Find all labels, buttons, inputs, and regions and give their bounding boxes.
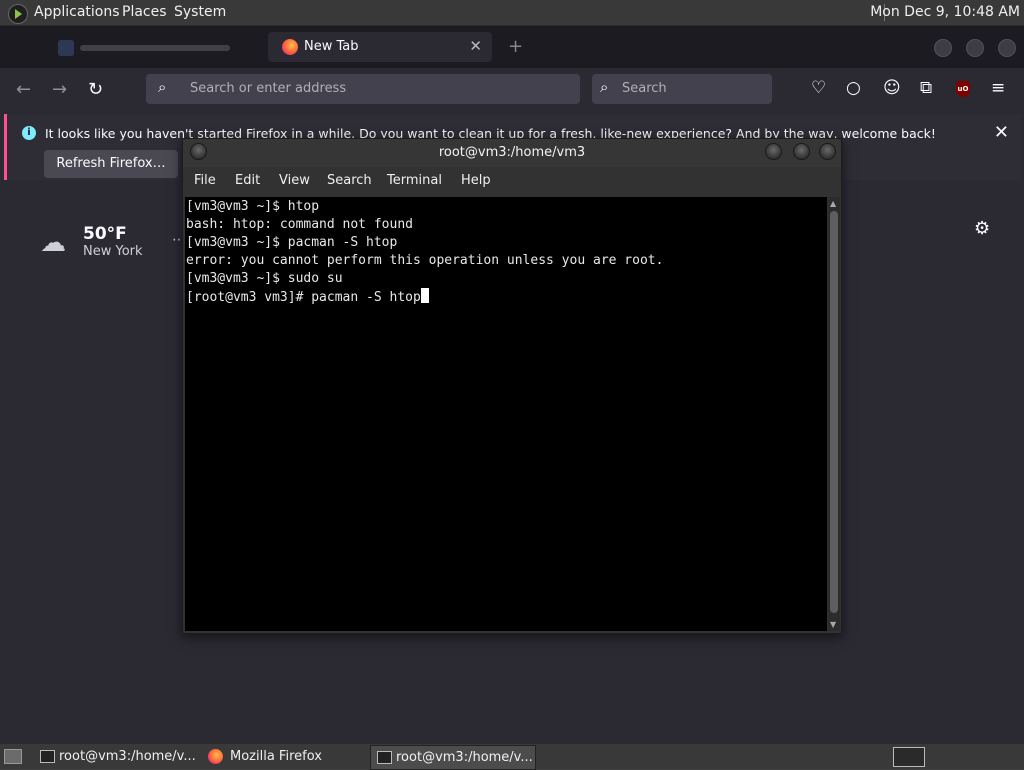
places-menu[interactable]: Places	[122, 4, 167, 20]
taskbar-item-terminal[interactable]: root@vm3:/home/v...	[34, 745, 198, 768]
system-menu[interactable]: System	[174, 4, 226, 20]
terminal-line: [vm3@vm3 ~]$ pacman -S htop	[186, 235, 398, 250]
terminal-scrollbar[interactable]: ▲ ▼	[828, 197, 840, 631]
top-panel: Applications Places System Mon Dec 9, 10…	[0, 0, 1024, 26]
terminal-titlebar[interactable]: root@vm3:/home/vm3	[183, 139, 841, 167]
search-bar[interactable]: ⌕ Search	[592, 74, 772, 104]
back-icon[interactable]: ←	[16, 79, 31, 100]
taskbar-item-label: root@vm3:/home/v...	[396, 750, 533, 765]
scroll-down-icon[interactable]: ▼	[830, 620, 836, 629]
firefox-logo-icon	[282, 39, 298, 55]
menu-view[interactable]: View	[279, 173, 310, 188]
terminal-line: [vm3@vm3 ~]$ htop	[186, 199, 320, 214]
window-close-button[interactable]	[998, 39, 1016, 57]
ublock-origin-icon[interactable]: uO	[956, 81, 970, 97]
maximize-button[interactable]	[966, 39, 984, 57]
workspace-switcher[interactable]	[893, 747, 925, 767]
tab-label: New Tab	[304, 39, 359, 54]
address-bar[interactable]: ⌕ Search or enter address	[146, 74, 580, 104]
terminal-menubar: File Edit View Search Terminal Help	[183, 167, 841, 197]
info-icon: i	[22, 126, 36, 140]
minimize-button[interactable]	[934, 39, 952, 57]
address-placeholder: Search or enter address	[190, 81, 347, 96]
firefox-logo-icon	[208, 749, 223, 764]
taskbar-item-label: root@vm3:/home/v...	[59, 749, 196, 764]
distro-logo-icon[interactable]	[8, 4, 28, 24]
tab-favicon-icon	[58, 40, 74, 56]
account-icon[interactable]: ☺	[883, 78, 901, 98]
gear-icon[interactable]: ⚙	[974, 218, 990, 239]
refresh-firefox-button[interactable]: Refresh Firefox…	[44, 150, 178, 178]
reload-icon[interactable]: ↻	[88, 79, 103, 100]
menu-edit[interactable]: Edit	[235, 173, 260, 188]
weather-temperature[interactable]: 50°F	[83, 224, 127, 244]
terminal-title: root@vm3:/home/vm3	[438, 145, 586, 160]
cloud-icon: ☁	[40, 228, 66, 258]
navigation-toolbar: ← → ↻ ⌕ Search or enter address ⌕ Search…	[0, 68, 1024, 112]
text-cursor	[420, 288, 429, 303]
scroll-up-icon[interactable]: ▲	[830, 199, 836, 208]
tab-background[interactable]	[48, 34, 248, 62]
new-tab-icon[interactable]: +	[508, 36, 523, 57]
taskbar: root@vm3:/home/v... Mozilla Firefox root…	[0, 743, 1024, 770]
minimize-button[interactable]	[765, 143, 782, 160]
taskbar-item-label: Mozilla Firefox	[230, 749, 322, 764]
pocket-icon[interactable]: ♡	[811, 78, 826, 98]
terminal-current-input: [root@vm3 vm3]# pacman -S htop	[186, 290, 421, 305]
terminal-prompt-line: [root@vm3 vm3]# pacman -S htop	[186, 288, 663, 306]
notification-close-icon[interactable]: ✕	[994, 122, 1009, 143]
show-desktop-icon[interactable]	[4, 749, 22, 764]
terminal-icon	[377, 751, 392, 764]
menu-terminal[interactable]: Terminal	[387, 173, 442, 188]
clock[interactable]: Mon Dec 9, 10:48 AM	[870, 4, 1020, 20]
terminal-line: [vm3@vm3 ~]$ sudo su	[186, 271, 343, 286]
tab-bar: New Tab ✕ +	[0, 26, 1024, 68]
taskbar-item-terminal-active[interactable]: root@vm3:/home/v...	[370, 745, 536, 770]
close-button[interactable]	[819, 143, 836, 160]
forward-icon[interactable]: →	[52, 79, 67, 100]
terminal-icon	[40, 750, 55, 763]
menu-hamburger-icon[interactable]: ≡	[991, 78, 1005, 98]
tab-close-icon[interactable]: ✕	[469, 37, 482, 55]
weather-city[interactable]: New York	[83, 244, 143, 259]
search-icon: ⌕	[600, 78, 609, 96]
tab-title-blurred	[80, 45, 230, 51]
search-placeholder: Search	[622, 81, 667, 96]
private-circle-icon[interactable]: ○	[846, 78, 861, 98]
terminal-window: root@vm3:/home/vm3 File Edit View Search…	[182, 138, 842, 634]
tab-new-tab[interactable]: New Tab ✕	[268, 32, 492, 62]
menu-file[interactable]: File	[194, 173, 216, 188]
scrollbar-thumb[interactable]	[830, 211, 838, 613]
maximize-button[interactable]	[793, 143, 810, 160]
search-icon: ⌕	[158, 78, 167, 96]
terminal-line: error: you cannot perform this operation…	[186, 253, 664, 268]
terminal-screen[interactable]: [vm3@vm3 ~]$ htop bash: htop: command no…	[185, 197, 827, 631]
extensions-icon[interactable]: ⧉	[920, 78, 932, 98]
menu-help[interactable]: Help	[461, 173, 491, 188]
applications-menu[interactable]: Applications	[34, 4, 120, 20]
menu-search[interactable]: Search	[327, 173, 372, 188]
taskbar-item-firefox[interactable]: Mozilla Firefox	[202, 745, 366, 768]
terminal-line: bash: htop: command not found	[186, 217, 413, 232]
